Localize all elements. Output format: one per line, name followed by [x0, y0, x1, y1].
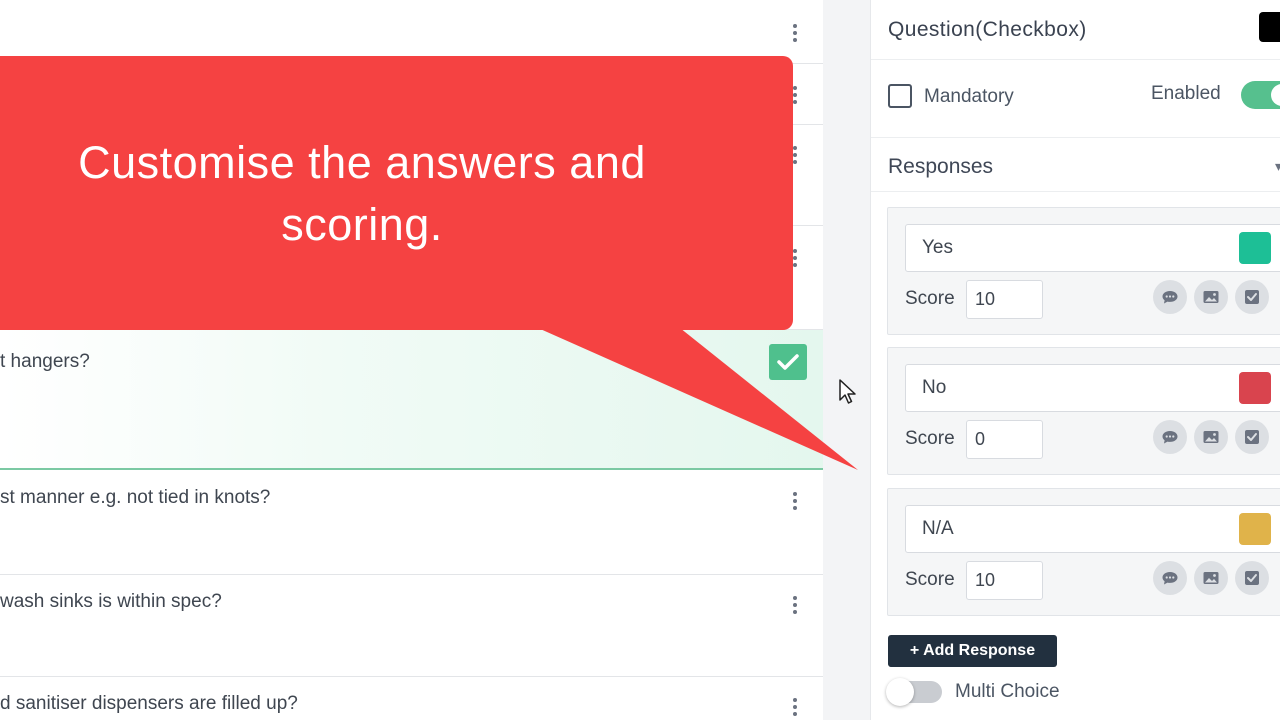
score-label: Score	[905, 569, 955, 590]
question-text: st manner e.g. not tied in knots?	[0, 487, 271, 508]
question-row[interactable]: wash sinks is within spec?	[0, 575, 823, 677]
chevron-down-icon[interactable]: ▾	[1275, 158, 1280, 175]
checkbox-icon[interactable]	[1235, 420, 1269, 454]
kebab-menu-icon[interactable]	[787, 695, 803, 719]
panel-header: Question(Checkbox)	[871, 0, 1280, 60]
multi-choice-label: Multi Choice	[955, 681, 1060, 702]
comment-icon[interactable]	[1153, 280, 1187, 314]
response-card: Yes Score 10	[887, 207, 1280, 335]
response-color-button[interactable]	[1239, 372, 1271, 404]
question-settings-panel: Question(Checkbox) Mandatory Enabled Res…	[870, 0, 1280, 720]
panel-title: Question(Checkbox)	[888, 18, 1087, 41]
toggle-knob	[886, 678, 914, 706]
header-color-button[interactable]	[1259, 12, 1280, 42]
enabled-toggle[interactable]	[1241, 81, 1280, 109]
score-label: Score	[905, 288, 955, 309]
add-response-button[interactable]: + Add Response	[888, 635, 1057, 667]
question-row[interactable]: st manner e.g. not tied in knots?	[0, 470, 823, 575]
mouse-pointer-icon	[839, 379, 856, 404]
mandatory-label: Mandatory	[924, 86, 1014, 107]
image-icon[interactable]	[1194, 280, 1228, 314]
app-window: t hangers? st manner e.g. not tied in kn…	[0, 0, 1280, 720]
image-icon[interactable]	[1194, 420, 1228, 454]
response-color-button[interactable]	[1239, 232, 1271, 264]
response-name-input[interactable]: No	[905, 364, 1280, 412]
score-input[interactable]: 0	[966, 420, 1043, 459]
callout-text: Customise the answers and scoring.	[0, 132, 724, 256]
response-color-button[interactable]	[1239, 513, 1271, 545]
comment-icon[interactable]	[1153, 420, 1187, 454]
image-icon[interactable]	[1194, 561, 1228, 595]
enabled-label: Enabled	[1151, 83, 1221, 104]
responses-title: Responses	[888, 155, 994, 178]
callout-line-1: Customise the answers and	[78, 137, 646, 188]
callout-line-2: scoring.	[281, 199, 443, 250]
response-card: N/A Score 10	[887, 488, 1280, 616]
multi-choice-toggle[interactable]	[886, 678, 942, 706]
response-name-input[interactable]: N/A	[905, 505, 1280, 553]
kebab-menu-icon[interactable]	[787, 489, 803, 513]
score-label: Score	[905, 428, 955, 449]
kebab-menu-icon[interactable]	[787, 593, 803, 617]
score-input[interactable]: 10	[966, 280, 1043, 319]
checkbox-icon[interactable]	[1235, 561, 1269, 595]
mandatory-row: Mandatory Enabled	[871, 60, 1280, 138]
response-card: No Score 0	[887, 347, 1280, 475]
question-text: d sanitiser dispensers are filled up?	[0, 693, 298, 714]
responses-header[interactable]: Responses ▾	[871, 138, 1280, 192]
question-text: wash sinks is within spec?	[0, 591, 222, 612]
mandatory-checkbox[interactable]	[888, 84, 912, 108]
score-input[interactable]: 10	[966, 561, 1043, 600]
response-name-input[interactable]: Yes	[905, 224, 1280, 272]
checkbox-icon[interactable]	[1235, 280, 1269, 314]
toggle-knob	[1271, 84, 1280, 106]
question-row[interactable]: d sanitiser dispensers are filled up?	[0, 677, 823, 720]
comment-icon[interactable]	[1153, 561, 1187, 595]
